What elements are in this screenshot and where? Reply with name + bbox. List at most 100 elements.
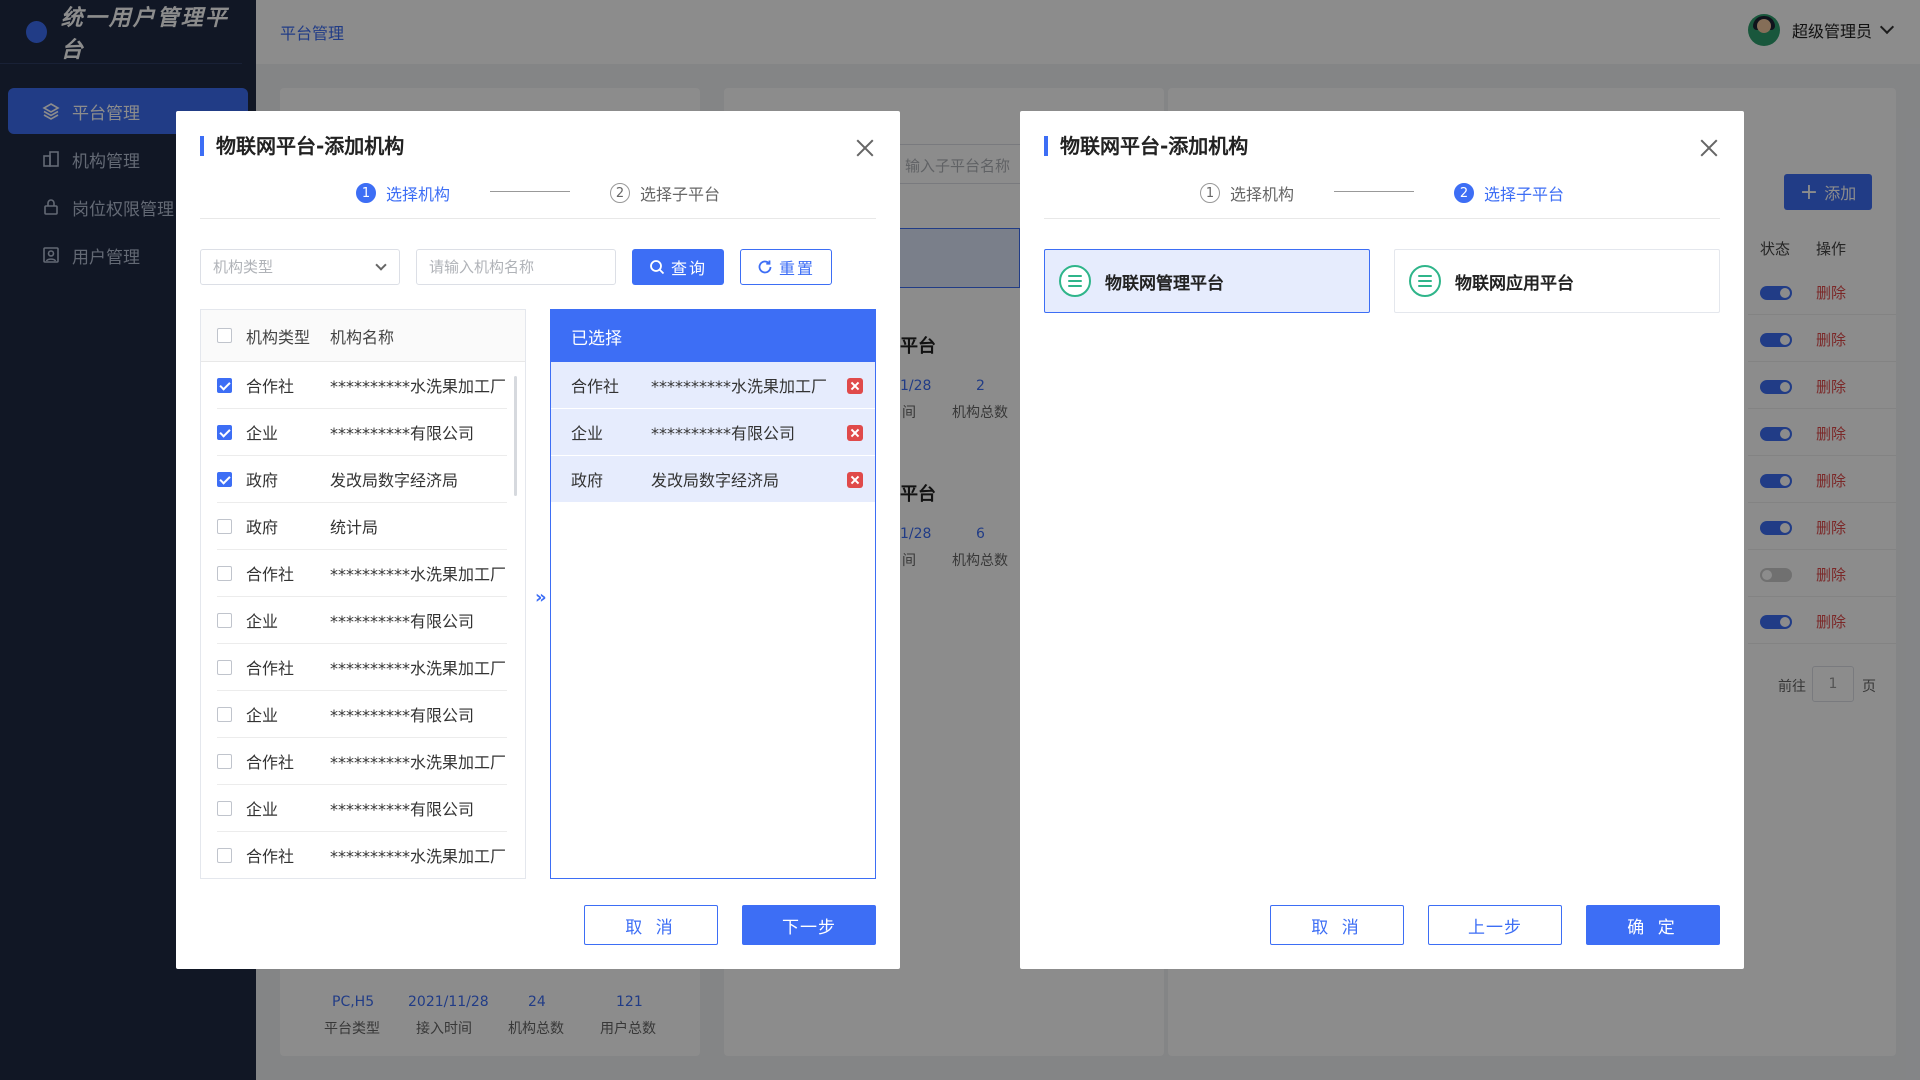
org-list-header: 机构类型 机构名称 — [201, 310, 525, 362]
step-label: 选择子平台 — [1484, 185, 1565, 204]
selected-panel: 已选择 合作社 **********水洗果加工厂 企业 **********有限公司政… — [550, 309, 876, 879]
platform-option-iot-application[interactable]: 物联网应用平台 — [1394, 249, 1720, 313]
org-name: 发改局数字经济局 — [651, 471, 780, 490]
org-type: 合作社 — [246, 377, 295, 396]
cancel-button[interactable]: 取 消 — [584, 905, 718, 945]
row-checkbox[interactable] — [217, 706, 232, 722]
platform-icon — [1409, 265, 1441, 297]
prev-button[interactable]: 上一步 — [1428, 905, 1562, 945]
row-checkbox[interactable] — [217, 612, 232, 628]
refresh-icon — [758, 260, 772, 274]
selected-list: 合作社 **********水洗果加工厂企业 **********有限公司政府 发改局… — [551, 362, 875, 503]
list-item[interactable]: 企业 **********有限公司 — [217, 409, 507, 456]
org-name: **********水洗果加工厂 — [330, 377, 507, 396]
org-type: 政府 — [571, 471, 604, 490]
chevron-down-icon — [375, 259, 387, 271]
confirm-button[interactable]: 确 定 — [1586, 905, 1720, 945]
org-type: 企业 — [246, 706, 279, 725]
list-item[interactable]: 企业 **********有限公司 — [217, 785, 507, 832]
platform-option-iot-management[interactable]: 物联网管理平台 — [1044, 249, 1370, 313]
platform-label: 物联网应用平台 — [1455, 273, 1574, 294]
org-type: 企业 — [246, 800, 279, 819]
reset-label: 重置 — [778, 259, 815, 278]
list-item[interactable]: 企业 **********有限公司 — [217, 691, 507, 738]
selected-item: 合作社 **********水洗果加工厂 — [551, 362, 875, 409]
org-type: 合作社 — [246, 565, 295, 584]
steps: 1 选择机构 2 选择子平台 — [1044, 169, 1720, 219]
org-type: 合作社 — [571, 377, 620, 396]
list-item[interactable]: 合作社 **********水洗果加工厂 — [217, 362, 507, 409]
org-type: 合作社 — [246, 847, 295, 866]
step-divider — [1334, 191, 1414, 192]
org-type: 企业 — [246, 424, 279, 443]
row-checkbox[interactable] — [217, 753, 232, 769]
step-number: 2 — [610, 183, 630, 203]
dialog-title: 物联网平台-添加机构 — [1044, 136, 1248, 156]
dialog-title: 物联网平台-添加机构 — [200, 136, 404, 156]
list-item[interactable]: 企业 **********有限公司 — [217, 597, 507, 644]
cancel-button[interactable]: 取 消 — [1270, 905, 1404, 945]
selected-item: 企业 **********有限公司 — [551, 409, 875, 456]
org-name: **********有限公司 — [651, 424, 796, 443]
row-checkbox[interactable] — [217, 847, 232, 863]
org-type: 合作社 — [246, 753, 295, 772]
steps: 1 选择机构 2 选择子平台 — [200, 169, 876, 219]
step-label: 选择机构 — [1230, 185, 1295, 204]
org-name: 发改局数字经济局 — [330, 471, 459, 490]
query-label: 查询 — [670, 259, 707, 278]
close-icon[interactable] — [856, 139, 874, 157]
selected-header: 已选择 — [551, 310, 875, 362]
list-item[interactable]: 政府 统计局 — [217, 503, 507, 550]
org-name: **********有限公司 — [330, 800, 475, 819]
org-name: 统计局 — [330, 518, 379, 537]
list-item[interactable]: 合作社 **********水洗果加工厂 — [217, 550, 507, 597]
step-number: 1 — [1200, 183, 1220, 203]
row-checkbox[interactable] — [217, 424, 232, 440]
row-checkbox[interactable] — [217, 565, 232, 581]
list-item[interactable]: 合作社 **********水洗果加工厂 — [217, 738, 507, 785]
org-name: **********有限公司 — [330, 424, 475, 443]
org-name: **********水洗果加工厂 — [330, 565, 507, 584]
step-1: 1 选择机构 — [356, 181, 450, 205]
query-button[interactable]: 查询 — [632, 249, 724, 285]
step-label: 选择子平台 — [640, 185, 721, 204]
remove-icon[interactable] — [847, 425, 863, 441]
step-number: 1 — [356, 183, 376, 203]
org-type-select[interactable]: 机构类型 — [200, 249, 400, 285]
org-name: **********水洗果加工厂 — [330, 847, 507, 866]
select-all-checkbox[interactable] — [217, 328, 232, 343]
scrollbar[interactable] — [514, 376, 517, 496]
step-label: 选择机构 — [386, 185, 451, 204]
next-button[interactable]: 下一步 — [742, 905, 876, 945]
org-type: 政府 — [246, 471, 279, 490]
step-2: 2 选择子平台 — [610, 181, 720, 205]
list-item[interactable]: 合作社 **********水洗果加工厂 — [217, 644, 507, 691]
step-1: 1 选择机构 — [1200, 181, 1294, 205]
search-icon — [650, 260, 665, 275]
selected-item: 政府 发改局数字经济局 — [551, 456, 875, 503]
step-divider — [490, 191, 570, 192]
remove-icon[interactable] — [847, 472, 863, 488]
remove-icon[interactable] — [847, 378, 863, 394]
input-placeholder: 请输入机构名称 — [429, 258, 535, 276]
list-item[interactable]: 政府 发改局数字经济局 — [217, 456, 507, 503]
close-icon[interactable] — [1700, 139, 1718, 157]
step-2: 2 选择子平台 — [1454, 181, 1564, 205]
org-list: 合作社 **********水洗果加工厂 企业 **********有限公司 政府 发改局… — [201, 362, 525, 878]
add-org-dialog-step2: 物联网平台-添加机构 1 选择机构 2 选择子平台 物联网管理平台 物联网应用平… — [1020, 111, 1744, 969]
org-name-input[interactable]: 请输入机构名称 — [416, 249, 616, 285]
row-checkbox[interactable] — [217, 377, 232, 393]
org-name: **********水洗果加工厂 — [330, 753, 507, 772]
row-checkbox[interactable] — [217, 518, 232, 534]
row-checkbox[interactable] — [217, 800, 232, 816]
org-list-panel: 机构类型 机构名称 合作社 **********水洗果加工厂 企业 *********… — [200, 309, 526, 879]
step-number: 2 — [1454, 183, 1474, 203]
transfer-arrow-icon[interactable]: » — [535, 587, 547, 608]
select-placeholder: 机构类型 — [213, 258, 274, 276]
list-item[interactable]: 合作社 **********水洗果加工厂 — [217, 832, 507, 878]
row-checkbox[interactable] — [217, 471, 232, 487]
reset-button[interactable]: 重置 — [740, 249, 832, 285]
org-name: **********水洗果加工厂 — [651, 377, 828, 396]
platform-label: 物联网管理平台 — [1105, 273, 1224, 294]
row-checkbox[interactable] — [217, 659, 232, 675]
